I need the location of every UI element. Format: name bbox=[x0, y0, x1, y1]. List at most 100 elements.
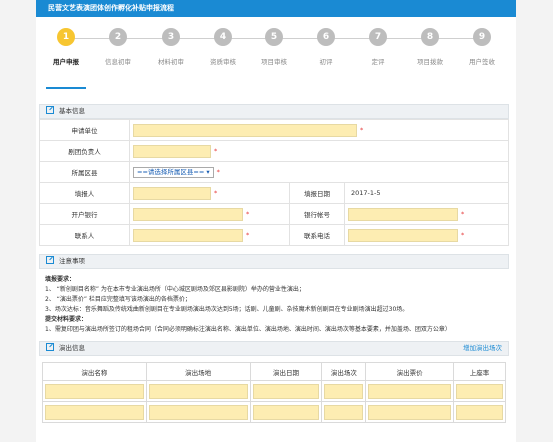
table-cell bbox=[365, 380, 455, 402]
table-cell bbox=[249, 380, 323, 402]
step-8[interactable]: 8 项目拨款 bbox=[404, 28, 456, 66]
column-header: 演出名称 bbox=[42, 362, 147, 381]
add-performance-link[interactable]: 增加演出场次 bbox=[463, 342, 502, 355]
section-title: 基本信息 bbox=[59, 107, 85, 115]
table-cell bbox=[365, 401, 455, 423]
active-step-underline bbox=[46, 87, 86, 89]
phone-label: 联系电话 bbox=[289, 224, 345, 246]
form-row: 开户银行 * 银行帐号 * bbox=[39, 203, 509, 225]
edit-icon bbox=[46, 343, 54, 351]
applicant-cell: * bbox=[129, 119, 509, 141]
perf-attendance-input[interactable] bbox=[456, 383, 503, 399]
table-cell bbox=[453, 401, 506, 423]
perf-date-input[interactable] bbox=[252, 404, 320, 420]
perf-price-input[interactable] bbox=[368, 383, 452, 399]
step-label: 材料初审 bbox=[158, 58, 184, 66]
step-1[interactable]: 1 用户申报 bbox=[40, 28, 92, 66]
table-cell bbox=[453, 380, 506, 402]
step-5[interactable]: 5 项目审核 bbox=[248, 28, 300, 66]
form-row: 所属区县 ==请选择所属区县== ▾ * bbox=[39, 161, 509, 183]
applicant-input[interactable] bbox=[133, 123, 357, 137]
required-mark: * bbox=[214, 189, 218, 197]
bank-label: 开户银行 bbox=[39, 203, 130, 225]
edit-icon bbox=[46, 256, 54, 264]
submit-requirements-title: 提交材料要求： bbox=[45, 316, 88, 323]
column-header: 演出日期 bbox=[249, 362, 323, 381]
contact-input[interactable] bbox=[133, 228, 243, 242]
step-7[interactable]: 7 定评 bbox=[352, 28, 404, 66]
table-cell bbox=[145, 401, 251, 423]
step-label: 资质审核 bbox=[210, 58, 236, 66]
bank-input[interactable] bbox=[133, 207, 243, 221]
form-row: 剧团负责人 * bbox=[39, 140, 509, 162]
step-number: 2 bbox=[109, 28, 127, 46]
contact-label: 联系人 bbox=[39, 224, 130, 246]
note-item: 2、 “演出票价” 栏目应完整填写该场演出的各档票价； bbox=[45, 296, 191, 303]
column-header: 上座率 bbox=[453, 362, 506, 381]
perf-name-input[interactable] bbox=[45, 404, 144, 420]
progress-steps: 1 用户申报 2 信息初审 3 材料初审 4 资质审核 5 项目审核 6 初评 … bbox=[36, 17, 516, 75]
step-4[interactable]: 4 资质审核 bbox=[197, 28, 249, 66]
step-9[interactable]: 9 用户签收 bbox=[456, 28, 508, 66]
notes-body: 填报要求： 1、 “新创剧目名称” 为在本市专业演出场所（中心城区剧场及郊区县影… bbox=[39, 269, 509, 341]
leader-label: 剧团负责人 bbox=[39, 140, 130, 162]
perf-count-input[interactable] bbox=[324, 404, 364, 420]
required-mark: * bbox=[246, 231, 250, 239]
page-title: 民营文艺表演团体创作孵化补贴申报流程 bbox=[48, 4, 174, 12]
leader-input[interactable] bbox=[133, 144, 211, 158]
required-mark: * bbox=[246, 210, 250, 218]
required-mark: * bbox=[214, 147, 218, 155]
step-3[interactable]: 3 材料初审 bbox=[145, 28, 197, 66]
step-number: 8 bbox=[421, 28, 439, 46]
note-item: 1、 “新创剧目名称” 为在本市专业演出场所（中心城区剧场及郊区县影剧院）举办的… bbox=[45, 286, 305, 293]
section-title: 演出信息 bbox=[59, 344, 85, 352]
step-number: 4 bbox=[214, 28, 232, 46]
required-mark: * bbox=[461, 210, 465, 218]
perf-date-input[interactable] bbox=[252, 383, 320, 399]
perf-price-input[interactable] bbox=[368, 404, 452, 420]
fill-requirements-title: 填报要求： bbox=[45, 276, 76, 283]
required-mark: * bbox=[360, 126, 364, 134]
step-6[interactable]: 6 初评 bbox=[300, 28, 352, 66]
step-label: 项目审核 bbox=[261, 58, 287, 66]
step-number: 1 bbox=[57, 28, 75, 46]
table-cell bbox=[145, 380, 251, 402]
bank-cell: * bbox=[129, 203, 290, 225]
account-input[interactable] bbox=[348, 207, 458, 221]
filler-input[interactable] bbox=[133, 186, 211, 200]
step-2[interactable]: 2 信息初审 bbox=[92, 28, 144, 66]
perf-attendance-input[interactable] bbox=[456, 404, 503, 420]
step-label: 定评 bbox=[371, 58, 385, 66]
district-label: 所属区县 bbox=[39, 161, 130, 183]
perf-count-input[interactable] bbox=[324, 383, 364, 399]
table-cell bbox=[42, 401, 147, 423]
column-header: 演出场地 bbox=[145, 362, 251, 381]
filler-label: 填报人 bbox=[39, 182, 130, 204]
fill-date-value: 2017-1-5 bbox=[351, 189, 381, 197]
phone-input[interactable] bbox=[348, 228, 458, 242]
form-content: 基本信息 申请单位 * 剧团负责人 * 所属区县 ==请选择所属区县== ▾* bbox=[39, 104, 509, 423]
perf-venue-input[interactable] bbox=[148, 404, 248, 420]
performance-table: 演出名称 演出场地 演出日期 演出场次 演出票价 上座率 bbox=[42, 362, 506, 423]
step-number: 6 bbox=[317, 28, 335, 46]
required-mark: * bbox=[461, 231, 465, 239]
step-number: 7 bbox=[369, 28, 387, 46]
step-label: 初评 bbox=[319, 58, 333, 66]
basic-info-table: 申请单位 * 剧团负责人 * 所属区县 ==请选择所属区县== ▾* 填报人 bbox=[39, 119, 509, 246]
perf-venue-input[interactable] bbox=[148, 383, 248, 399]
step-label: 信息初审 bbox=[105, 58, 131, 66]
applicant-label: 申请单位 bbox=[39, 119, 130, 141]
phone-cell: * bbox=[344, 224, 509, 246]
step-number: 9 bbox=[473, 28, 491, 46]
basic-info-header: 基本信息 bbox=[39, 104, 509, 119]
account-label: 银行帐号 bbox=[289, 203, 345, 225]
perf-name-input[interactable] bbox=[45, 383, 144, 399]
section-title: 注意事项 bbox=[59, 257, 85, 265]
filler-cell: * bbox=[129, 182, 290, 204]
district-select[interactable]: ==请选择所属区县== ▾ bbox=[133, 166, 214, 178]
contact-cell: * bbox=[129, 224, 290, 246]
form-row: 填报人 * 填报日期 2017-1-5 bbox=[39, 182, 509, 204]
step-label: 用户签收 bbox=[469, 58, 495, 66]
table-row bbox=[42, 401, 506, 423]
page-title-bar: 民营文艺表演团体创作孵化补贴申报流程 bbox=[36, 0, 516, 17]
